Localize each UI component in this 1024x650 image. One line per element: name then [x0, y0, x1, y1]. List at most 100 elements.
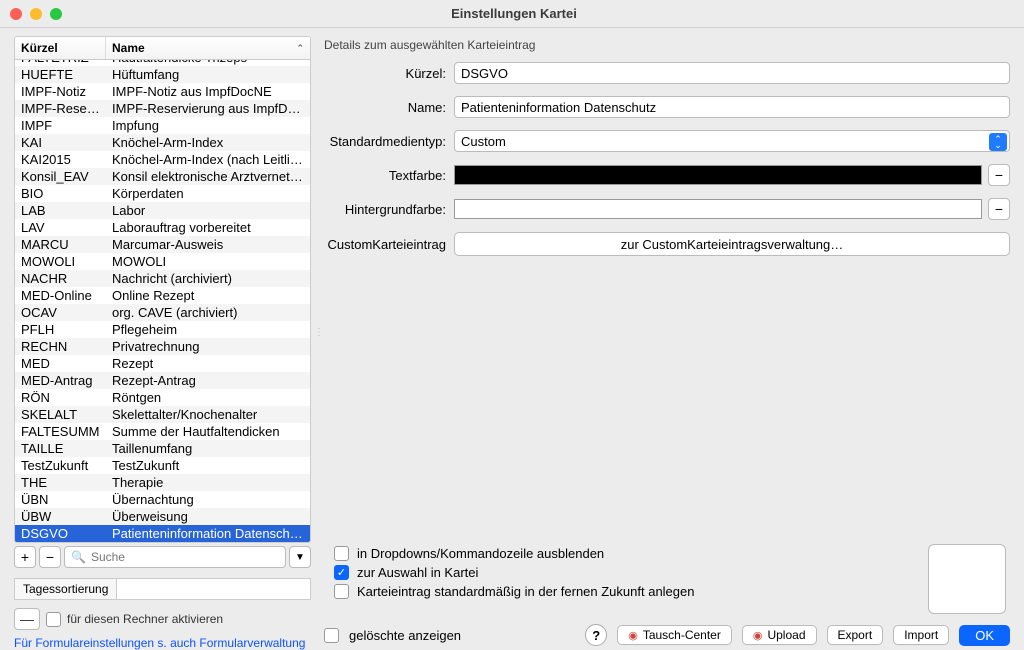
textfarbe-clear-button[interactable]: −	[988, 164, 1010, 186]
search-input[interactable]	[91, 550, 279, 564]
cell-name: Labor	[106, 202, 310, 219]
table-row[interactable]: OCAVorg. CAVE (archiviert)	[15, 304, 310, 321]
search-box[interactable]: 🔍	[64, 546, 286, 568]
activate-dash-button[interactable]: —	[14, 608, 40, 630]
tagessort-label: Tagessortierung	[15, 579, 117, 599]
cell-name: Röntgen	[106, 389, 310, 406]
table-row[interactable]: DSGVOPatienteninformation Datenschutz	[15, 525, 310, 542]
ok-button[interactable]: OK	[959, 625, 1010, 646]
table-row[interactable]: Konsil_EAVKonsil elektronische Arztverne…	[15, 168, 310, 185]
cell-name: Patienteninformation Datenschutz	[106, 525, 310, 542]
table-row[interactable]: KAI2015Knöchel-Arm-Index (nach Leitlini.…	[15, 151, 310, 168]
cell-name: Rezept	[106, 355, 310, 372]
column-name[interactable]: Name ⌃	[106, 37, 310, 59]
chk-dropdown-label: in Dropdowns/Kommandozeile ausblenden	[357, 546, 604, 561]
cell-kurzel: IMPF-Reservi...	[15, 100, 106, 117]
name-input[interactable]	[454, 96, 1010, 118]
table-row[interactable]: IMPF-NotizIMPF-Notiz aus ImpfDocNE	[15, 83, 310, 100]
cube-icon: ◉	[753, 629, 763, 642]
chk-dropdown[interactable]	[334, 546, 349, 561]
table-row[interactable]: LABLabor	[15, 202, 310, 219]
table-row[interactable]: MARCUMarcumar-Ausweis	[15, 236, 310, 253]
tagessort-row: Tagessortierung	[14, 578, 311, 600]
form-settings-link[interactable]: Für Formulareinstellungen s. auch Formul…	[14, 636, 311, 650]
cell-kurzel: IMPF	[15, 117, 106, 134]
cell-name: Online Rezept	[106, 287, 310, 304]
table-row[interactable]: THETherapie	[15, 474, 310, 491]
cell-name: Therapie	[106, 474, 310, 491]
cell-kurzel: LAB	[15, 202, 106, 219]
tagessort-value[interactable]	[117, 579, 310, 599]
table-row[interactable]: IMPF-Reservi...IMPF-Reservierung aus Imp…	[15, 100, 310, 117]
entry-table: Kürzel Name ⌃ FALTETRIZHautfaltendicke T…	[14, 36, 311, 543]
chk-deleted[interactable]	[324, 628, 339, 643]
tausch-label: Tausch-Center	[643, 628, 721, 642]
chk-auswahl-label: zur Auswahl in Kartei	[357, 565, 478, 580]
cell-kurzel: MED-Antrag	[15, 372, 106, 389]
cell-kurzel: FALTESUMM	[15, 423, 106, 440]
table-body[interactable]: FALTETRIZHautfaltendicke TrizepsHUEFTEHü…	[15, 60, 310, 542]
table-row[interactable]: SKELALTSkelettalter/Knochenalter	[15, 406, 310, 423]
cell-kurzel: ÜBW	[15, 508, 106, 525]
table-row[interactable]: PFLHPflegeheim	[15, 321, 310, 338]
table-row[interactable]: RÖNRöntgen	[15, 389, 310, 406]
add-button[interactable]: +	[14, 546, 36, 568]
table-row[interactable]: KAIKnöchel-Arm-Index	[15, 134, 310, 151]
import-button[interactable]: Import	[893, 625, 949, 645]
table-row[interactable]: BIOKörperdaten	[15, 185, 310, 202]
cell-kurzel: OCAV	[15, 304, 106, 321]
table-row[interactable]: TAILLETaillenumfang	[15, 440, 310, 457]
table-row[interactable]: MOWOLIMOWOLI	[15, 253, 310, 270]
cell-name: Konsil elektronische Arztvernetzu...	[106, 168, 310, 185]
name-label: Name:	[324, 100, 454, 115]
activate-label: für diesen Rechner aktivieren	[67, 612, 223, 626]
textfarbe-color[interactable]	[454, 165, 982, 185]
table-row[interactable]: MED-OnlineOnline Rezept	[15, 287, 310, 304]
activate-checkbox[interactable]	[46, 612, 61, 627]
cell-name: org. CAVE (archiviert)	[106, 304, 310, 321]
cell-name: TestZukunft	[106, 457, 310, 474]
table-row[interactable]: FALTESUMMSumme der Hautfaltendicken	[15, 423, 310, 440]
cell-name: Privatrechnung	[106, 338, 310, 355]
preview-box	[928, 544, 1006, 614]
table-footer: + − 🔍 ▼	[14, 546, 311, 568]
table-row[interactable]: RECHNPrivatrechnung	[15, 338, 310, 355]
table-row[interactable]: HUEFTEHüftumfang	[15, 66, 310, 83]
kurzel-input[interactable]	[454, 62, 1010, 84]
cell-name: IMPF-Reservierung aus ImpfDocNE	[106, 100, 310, 117]
filter-button[interactable]: ▼	[289, 546, 311, 568]
table-row[interactable]: TestZukunftTestZukunft	[15, 457, 310, 474]
chk-zukunft[interactable]	[334, 584, 349, 599]
sort-indicator-icon: ⌃	[296, 43, 304, 54]
help-button[interactable]: ?	[585, 624, 607, 646]
table-row[interactable]: MEDRezept	[15, 355, 310, 372]
column-kurzel[interactable]: Kürzel	[15, 37, 106, 59]
hgfarbe-clear-button[interactable]: −	[988, 198, 1010, 220]
cell-name: Nachricht (archiviert)	[106, 270, 310, 287]
hgfarbe-label: Hintergrundfarbe:	[324, 202, 454, 217]
custom-manage-button[interactable]: zur CustomKarteieintragsverwaltung…	[454, 232, 1010, 256]
cell-name: Laborauftrag vorbereitet	[106, 219, 310, 236]
table-row[interactable]: ÜBNÜbernachtung	[15, 491, 310, 508]
hgfarbe-color[interactable]	[454, 199, 982, 219]
table-row[interactable]: MED-AntragRezept-Antrag	[15, 372, 310, 389]
column-name-label: Name	[112, 41, 145, 55]
table-row[interactable]: NACHRNachricht (archiviert)	[15, 270, 310, 287]
export-button[interactable]: Export	[827, 625, 884, 645]
cell-kurzel: NACHR	[15, 270, 106, 287]
remove-button[interactable]: −	[39, 546, 61, 568]
cell-kurzel: KAI	[15, 134, 106, 151]
upload-button[interactable]: ◉ Upload	[742, 625, 817, 645]
table-row[interactable]: ÜBWÜberweisung	[15, 508, 310, 525]
cell-kurzel: MOWOLI	[15, 253, 106, 270]
medientyp-select[interactable]: Custom ⌃⌄	[454, 130, 1010, 152]
splitter[interactable]	[315, 28, 320, 650]
cell-kurzel: TestZukunft	[15, 457, 106, 474]
table-row[interactable]: LAVLaborauftrag vorbereitet	[15, 219, 310, 236]
form-area: Kürzel: Name: Standardmedientyp: Custom …	[324, 56, 1010, 650]
cell-kurzel: LAV	[15, 219, 106, 236]
tausch-center-button[interactable]: ◉ Tausch-Center	[617, 625, 732, 645]
chk-auswahl[interactable]: ✓	[334, 565, 349, 580]
cell-name: Summe der Hautfaltendicken	[106, 423, 310, 440]
table-row[interactable]: IMPFImpfung	[15, 117, 310, 134]
